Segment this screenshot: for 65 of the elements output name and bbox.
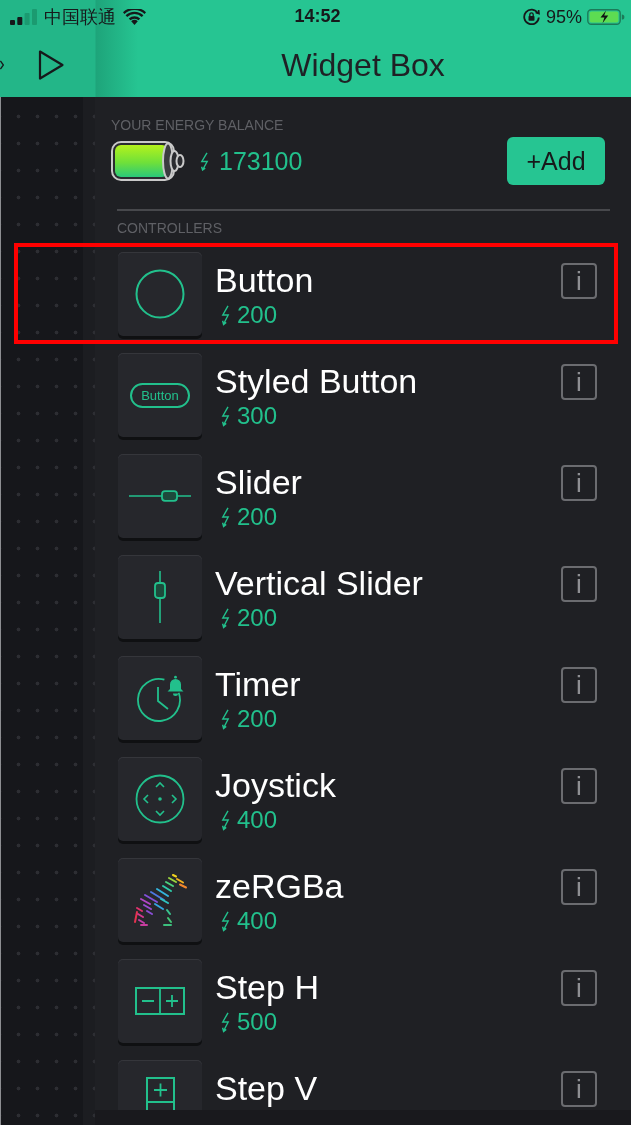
energy-cost: 200 bbox=[237, 301, 278, 330]
add-button[interactable]: +Add bbox=[507, 137, 605, 185]
energy-balance-value: 173100 bbox=[219, 146, 303, 176]
clock-bell-icon bbox=[135, 674, 185, 722]
widget-tile[interactable] bbox=[118, 757, 202, 841]
zebra-icon bbox=[132, 873, 188, 927]
lightning-icon bbox=[221, 911, 230, 932]
energy-cost: 400 bbox=[237, 806, 278, 835]
widget-tile[interactable] bbox=[118, 454, 202, 538]
lightning-icon bbox=[221, 810, 230, 831]
page-title: Widget Box bbox=[281, 46, 445, 83]
lightning-icon bbox=[221, 1012, 230, 1033]
widget-tile[interactable] bbox=[118, 858, 202, 942]
styled-button-preview: Button bbox=[130, 382, 190, 408]
rotation-lock-icon bbox=[523, 8, 540, 25]
widget-name: Slider bbox=[215, 463, 302, 503]
widget-name: Button bbox=[215, 261, 314, 301]
info-button[interactable]: i bbox=[561, 768, 597, 804]
widget-tile[interactable] bbox=[118, 656, 202, 740]
widget-name: Styled Button bbox=[215, 362, 418, 402]
widget-name: Step V bbox=[215, 1069, 318, 1109]
info-button[interactable]: i bbox=[561, 263, 597, 299]
info-button[interactable]: i bbox=[561, 1071, 597, 1107]
energy-cost: 400 bbox=[237, 907, 278, 936]
clock-time: 14:52 bbox=[294, 5, 341, 26]
info-button[interactable]: i bbox=[561, 869, 597, 905]
vertical-slider-icon bbox=[153, 571, 167, 623]
lightning-icon bbox=[221, 305, 230, 326]
widget-name: Joystick bbox=[215, 766, 336, 806]
widget-name: Timer bbox=[215, 665, 301, 705]
signal-icon bbox=[10, 8, 37, 25]
energy-cost: 200 bbox=[237, 705, 278, 734]
lightning-icon bbox=[221, 608, 230, 629]
horizontal-stepper-icon bbox=[135, 987, 185, 1015]
info-button[interactable]: i bbox=[561, 364, 597, 400]
lightning-icon bbox=[200, 151, 209, 171]
slider-icon bbox=[129, 490, 191, 502]
widget-name: Step H bbox=[215, 968, 319, 1008]
battery-icon bbox=[111, 141, 185, 181]
widget-tile[interactable]: Button bbox=[118, 353, 202, 437]
widget-tile[interactable] bbox=[118, 252, 202, 336]
widget-name: zeRGBa bbox=[215, 867, 344, 907]
energy-cost: 200 bbox=[237, 503, 278, 532]
info-button[interactable]: i bbox=[561, 465, 597, 501]
lightning-icon bbox=[221, 709, 230, 730]
info-button[interactable]: i bbox=[561, 970, 597, 1006]
energy-cost: 500 bbox=[237, 1008, 278, 1037]
widget-tile[interactable] bbox=[118, 555, 202, 639]
energy-cost: 300 bbox=[237, 402, 278, 431]
lightning-icon bbox=[221, 406, 230, 427]
circle-icon bbox=[135, 269, 185, 319]
battery-percent: 95% bbox=[546, 7, 582, 26]
section-label: YOUR ENERGY BALANCE bbox=[111, 117, 284, 133]
widget-tile[interactable] bbox=[118, 959, 202, 1043]
section-label: CONTROLLERS bbox=[117, 220, 223, 236]
carrier-name: 中国联通 bbox=[44, 7, 116, 26]
energy-cost: 200 bbox=[237, 604, 278, 633]
info-button[interactable]: i bbox=[561, 566, 597, 602]
wifi-icon bbox=[123, 8, 146, 25]
play-icon[interactable] bbox=[37, 49, 65, 81]
widget-name: Vertical Slider bbox=[215, 564, 423, 604]
info-button[interactable]: i bbox=[561, 667, 597, 703]
lightning-icon bbox=[221, 507, 230, 528]
joystick-icon bbox=[135, 774, 185, 824]
chevron-icon bbox=[0, 60, 4, 70]
